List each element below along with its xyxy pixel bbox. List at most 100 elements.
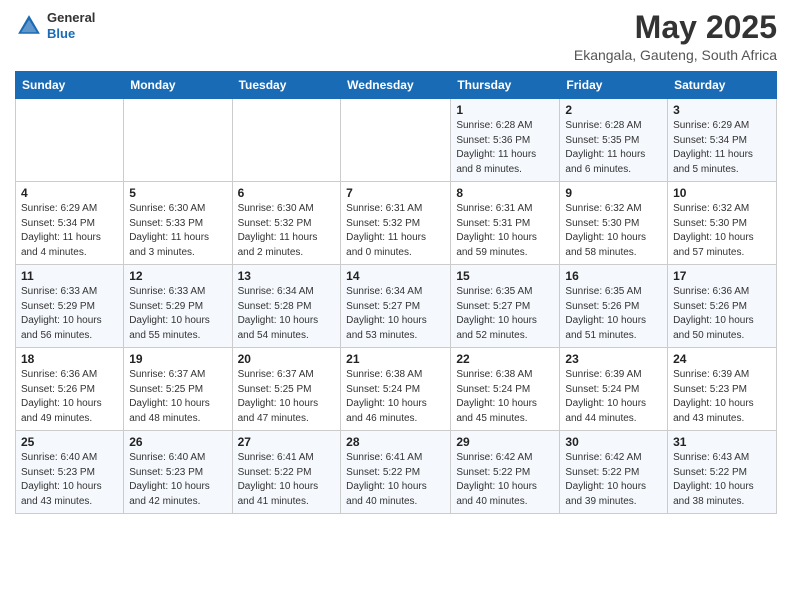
day-number: 5 <box>129 186 226 200</box>
location: Ekangala, Gauteng, South Africa <box>574 47 777 63</box>
calendar-cell: 21 Sunrise: 6:38 AMSunset: 5:24 PMDayligh… <box>341 348 451 431</box>
day-info: Sunrise: 6:28 AMSunset: 5:35 PMDaylight:… <box>565 119 662 177</box>
day-number: 21 <box>346 352 445 366</box>
calendar-cell: 13Sunrise: 6:34 AMSunset: 5:28 PMDayligh… <box>232 265 341 348</box>
day-info: Sunrise: 6:34 AMSunset: 5:27 PMDaylight:… <box>346 285 445 343</box>
calendar-cell: 29 Sunrise: 6:42 AMSunset: 5:22 PMDayligh… <box>451 431 560 514</box>
day-info: Sunrise: 6:35 AMSunset: 5:26 PMDaylight:… <box>565 285 662 343</box>
logo-text: General Blue <box>47 10 95 41</box>
calendar-cell: 28 Sunrise: 6:41 AMSunset: 5:22 PMDayligh… <box>341 431 451 514</box>
calendar-cell <box>16 99 124 182</box>
header-sunday: Sunday <box>16 72 124 99</box>
calendar-cell: 5 Sunrise: 6:30 AMSunset: 5:33 PMDaylight… <box>124 182 232 265</box>
calendar-cell: 14 Sunrise: 6:34 AMSunset: 5:27 PMDayligh… <box>341 265 451 348</box>
day-info: Sunrise: 6:31 AMSunset: 5:31 PMDaylight:… <box>456 202 554 260</box>
calendar-cell <box>341 99 451 182</box>
day-number: 12 <box>129 269 226 283</box>
header-tuesday: Tuesday <box>232 72 341 99</box>
day-number: 11 <box>21 269 118 283</box>
day-info: Sunrise: 6:30 AMSunset: 5:32 PMDaylight:… <box>238 202 336 260</box>
calendar-cell: 1 Sunrise: 6:28 AMSunset: 5:36 PMDaylight… <box>451 99 560 182</box>
day-number: 4 <box>21 186 118 200</box>
day-info: Sunrise: 6:29 AMSunset: 5:34 PMDaylight:… <box>673 119 771 177</box>
calendar-week-4: 18 Sunrise: 6:36 AMSunset: 5:26 PMDayligh… <box>16 348 777 431</box>
day-number: 28 <box>346 435 445 449</box>
day-info: Sunrise: 6:31 AMSunset: 5:32 PMDaylight:… <box>346 202 445 260</box>
day-number: 20 <box>238 352 336 366</box>
day-number: 6 <box>238 186 336 200</box>
day-info: Sunrise: 6:32 AMSunset: 5:30 PMDaylight:… <box>565 202 662 260</box>
day-info: Sunrise: 6:43 AMSunset: 5:22 PMDaylight:… <box>673 451 771 509</box>
calendar-cell: 7 Sunrise: 6:31 AMSunset: 5:32 PMDaylight… <box>341 182 451 265</box>
calendar-cell <box>124 99 232 182</box>
calendar-week-3: 11 Sunrise: 6:33 AMSunset: 5:29 PMDayligh… <box>16 265 777 348</box>
month-title: May 2025 <box>574 10 777 45</box>
day-info: Sunrise: 6:42 AMSunset: 5:22 PMDaylight:… <box>565 451 662 509</box>
title-area: May 2025 Ekangala, Gauteng, South Africa <box>574 10 777 63</box>
day-info: Sunrise: 6:32 AMSunset: 5:30 PMDaylight:… <box>673 202 771 260</box>
day-number: 31 <box>673 435 771 449</box>
header-thursday: Thursday <box>451 72 560 99</box>
calendar-cell: 27 Sunrise: 6:41 AMSunset: 5:22 PMDayligh… <box>232 431 341 514</box>
logo-general: General <box>47 10 95 26</box>
day-number: 8 <box>456 186 554 200</box>
day-info: Sunrise: 6:35 AMSunset: 5:27 PMDaylight:… <box>456 285 554 343</box>
day-number: 9 <box>565 186 662 200</box>
day-number: 15 <box>456 269 554 283</box>
day-info: Sunrise: 6:33 AMSunset: 5:29 PMDaylight:… <box>129 285 226 343</box>
day-number: 18 <box>21 352 118 366</box>
page-header: General Blue May 2025 Ekangala, Gauteng,… <box>15 10 777 63</box>
day-info: Sunrise: 6:33 AMSunset: 5:29 PMDaylight:… <box>21 285 118 343</box>
calendar-cell <box>232 99 341 182</box>
calendar-cell: 11 Sunrise: 6:33 AMSunset: 5:29 PMDayligh… <box>16 265 124 348</box>
day-info: Sunrise: 6:30 AMSunset: 5:33 PMDaylight:… <box>129 202 226 260</box>
day-info: Sunrise: 6:39 AMSunset: 5:23 PMDaylight:… <box>673 368 771 426</box>
day-info: Sunrise: 6:36 AMSunset: 5:26 PMDaylight:… <box>673 285 771 343</box>
day-number: 16 <box>565 269 662 283</box>
day-number: 1 <box>456 103 554 117</box>
calendar-cell: 26Sunrise: 6:40 AMSunset: 5:23 PMDayligh… <box>124 431 232 514</box>
day-number: 14 <box>346 269 445 283</box>
calendar-cell: 31 Sunrise: 6:43 AMSunset: 5:22 PMDayligh… <box>668 431 777 514</box>
calendar-week-2: 4 Sunrise: 6:29 AMSunset: 5:34 PMDaylight… <box>16 182 777 265</box>
day-number: 10 <box>673 186 771 200</box>
calendar-cell: 23 Sunrise: 6:39 AMSunset: 5:24 PMDayligh… <box>560 348 668 431</box>
calendar-cell: 6 Sunrise: 6:30 AMSunset: 5:32 PMDaylight… <box>232 182 341 265</box>
day-info: Sunrise: 6:42 AMSunset: 5:22 PMDaylight:… <box>456 451 554 509</box>
calendar-cell: 12 Sunrise: 6:33 AMSunset: 5:29 PMDayligh… <box>124 265 232 348</box>
day-info: Sunrise: 6:34 AMSunset: 5:28 PMDaylight:… <box>238 285 336 343</box>
day-number: 30 <box>565 435 662 449</box>
calendar-week-5: 25 Sunrise: 6:40 AMSunset: 5:23 PMDayligh… <box>16 431 777 514</box>
calendar-cell: 3Sunrise: 6:29 AMSunset: 5:34 PMDaylight… <box>668 99 777 182</box>
day-info: Sunrise: 6:40 AMSunset: 5:23 PMDaylight:… <box>21 451 118 509</box>
day-info: Sunrise: 6:29 AMSunset: 5:34 PMDaylight:… <box>21 202 118 260</box>
day-info: Sunrise: 6:39 AMSunset: 5:24 PMDaylight:… <box>565 368 662 426</box>
calendar-cell: 25 Sunrise: 6:40 AMSunset: 5:23 PMDayligh… <box>16 431 124 514</box>
day-info: Sunrise: 6:41 AMSunset: 5:22 PMDaylight:… <box>346 451 445 509</box>
calendar-cell: 17Sunrise: 6:36 AMSunset: 5:26 PMDayligh… <box>668 265 777 348</box>
day-info: Sunrise: 6:37 AMSunset: 5:25 PMDaylight:… <box>238 368 336 426</box>
day-number: 27 <box>238 435 336 449</box>
calendar-table: SundayMondayTuesdayWednesdayThursdayFrid… <box>15 71 777 514</box>
day-info: Sunrise: 6:36 AMSunset: 5:26 PMDaylight:… <box>21 368 118 426</box>
calendar-cell: 18 Sunrise: 6:36 AMSunset: 5:26 PMDayligh… <box>16 348 124 431</box>
calendar-cell: 19Sunrise: 6:37 AMSunset: 5:25 PMDayligh… <box>124 348 232 431</box>
day-info: Sunrise: 6:41 AMSunset: 5:22 PMDaylight:… <box>238 451 336 509</box>
calendar-cell: 15 Sunrise: 6:35 AMSunset: 5:27 PMDayligh… <box>451 265 560 348</box>
calendar-week-1: 1 Sunrise: 6:28 AMSunset: 5:36 PMDaylight… <box>16 99 777 182</box>
calendar-cell: 10 Sunrise: 6:32 AMSunset: 5:30 PMDayligh… <box>668 182 777 265</box>
header-wednesday: Wednesday <box>341 72 451 99</box>
calendar-cell: 30 Sunrise: 6:42 AMSunset: 5:22 PMDayligh… <box>560 431 668 514</box>
calendar-cell: 8 Sunrise: 6:31 AMSunset: 5:31 PMDaylight… <box>451 182 560 265</box>
day-number: 29 <box>456 435 554 449</box>
calendar-cell: 22Sunrise: 6:38 AMSunset: 5:24 PMDayligh… <box>451 348 560 431</box>
day-info: Sunrise: 6:28 AMSunset: 5:36 PMDaylight:… <box>456 119 554 177</box>
header-saturday: Saturday <box>668 72 777 99</box>
day-number: 19 <box>129 352 226 366</box>
day-info: Sunrise: 6:40 AMSunset: 5:23 PMDaylight:… <box>129 451 226 509</box>
day-number: 25 <box>21 435 118 449</box>
day-info: Sunrise: 6:38 AMSunset: 5:24 PMDaylight:… <box>346 368 445 426</box>
day-number: 7 <box>346 186 445 200</box>
day-number: 23 <box>565 352 662 366</box>
day-info: Sunrise: 6:38 AMSunset: 5:24 PMDaylight:… <box>456 368 554 426</box>
